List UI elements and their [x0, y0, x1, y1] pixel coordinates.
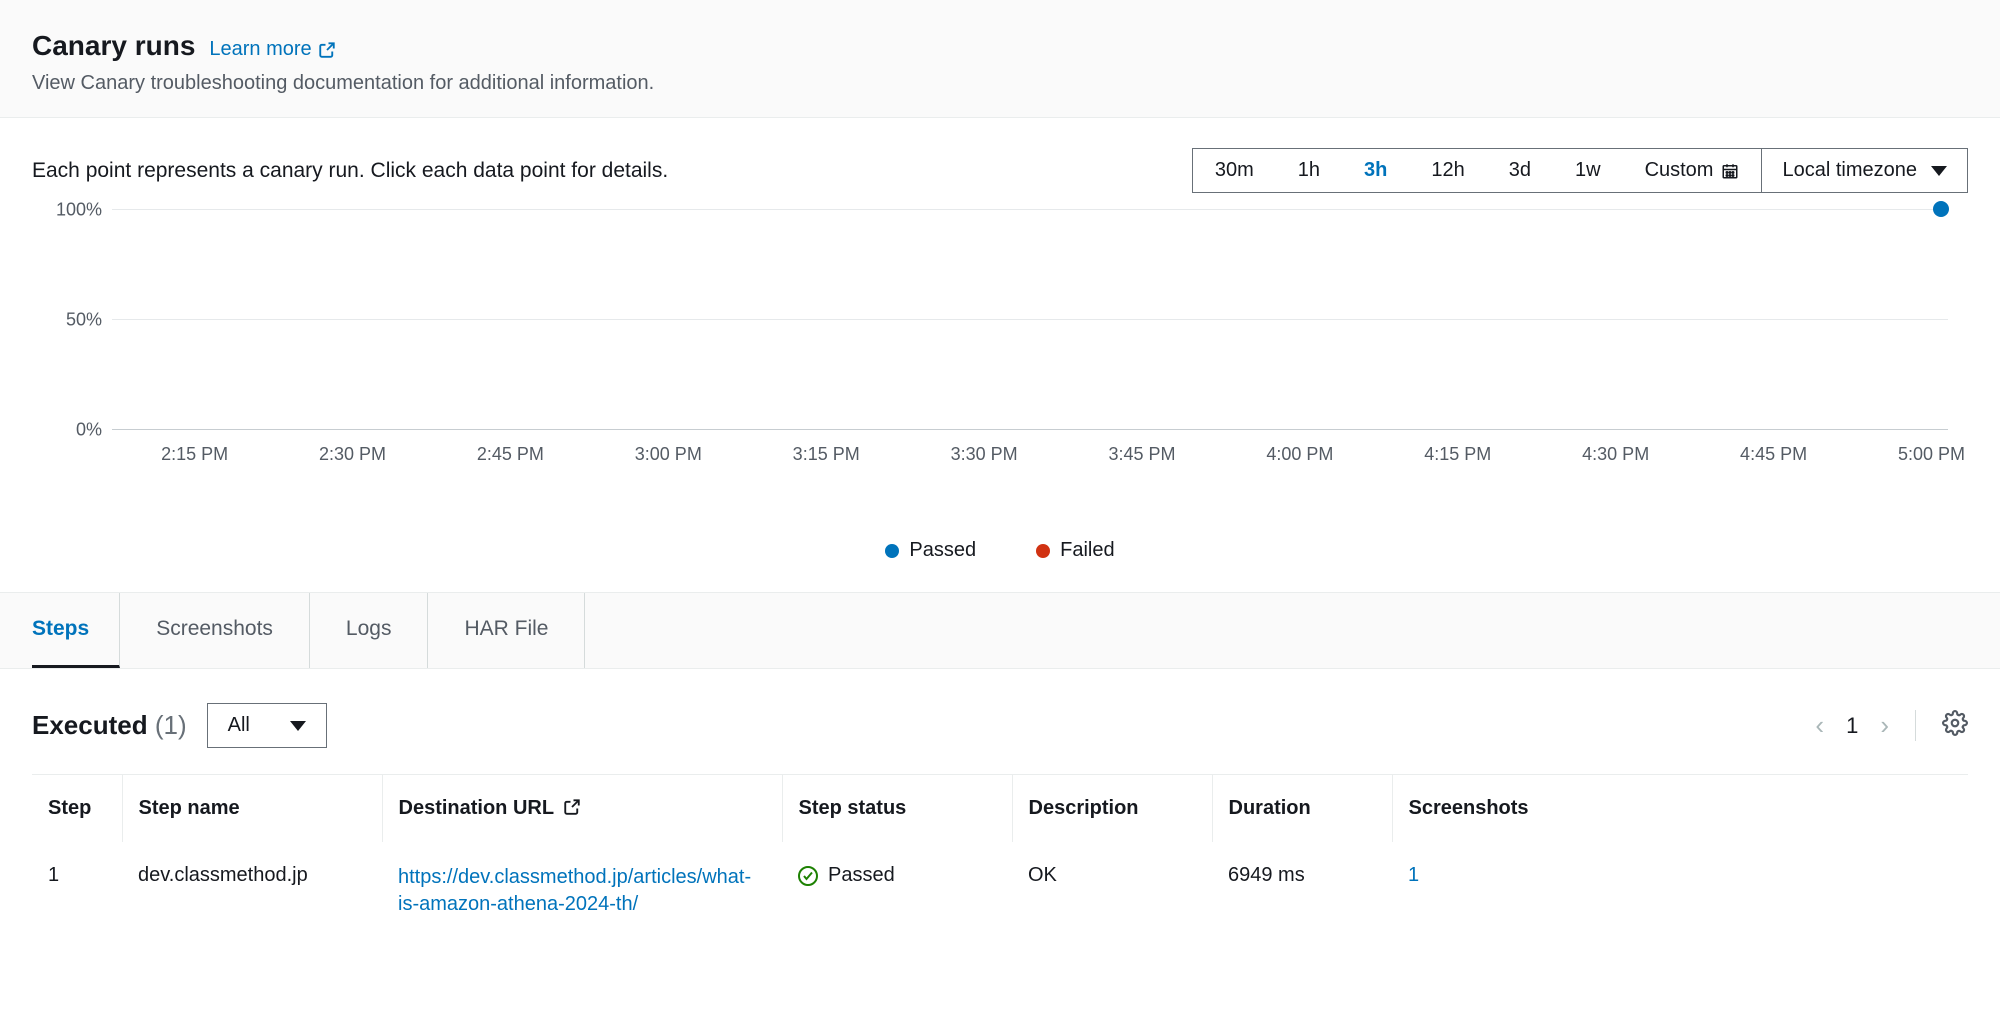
steps-table: Step Step name Destination URL Step stat…	[32, 774, 1968, 940]
external-link-icon	[563, 798, 581, 816]
chart-description: Each point represents a canary run. Clic…	[32, 159, 668, 183]
executed-count: (1)	[155, 710, 187, 740]
timezone-select[interactable]: Local timezone	[1762, 148, 1968, 193]
col-duration[interactable]: Duration	[1212, 775, 1392, 843]
page-next[interactable]: ›	[1880, 710, 1889, 741]
executed-section: Executed (1) All ‹ 1 ›	[0, 669, 2000, 940]
executed-label: Executed	[32, 710, 148, 740]
range-3d[interactable]: 3d	[1487, 149, 1553, 192]
status-label: Passed	[828, 864, 895, 887]
gear-icon	[1942, 710, 1968, 736]
legend-failed-label: Failed	[1060, 539, 1114, 562]
header: Canary runs Learn more View Canary troub…	[0, 0, 2000, 118]
page-prev[interactable]: ‹	[1815, 710, 1824, 741]
tab-logs[interactable]: Logs	[310, 593, 429, 668]
col-url-label: Destination URL	[399, 797, 554, 819]
caret-down-icon	[1931, 166, 1947, 176]
page-subtitle: View Canary troubleshooting documentatio…	[32, 72, 1968, 95]
x-tick: 4:15 PM	[1424, 444, 1491, 465]
x-tick: 4:45 PM	[1740, 444, 1807, 465]
learn-more-link[interactable]: Learn more	[209, 38, 335, 61]
col-destination-url[interactable]: Destination URL	[382, 775, 782, 843]
tab-screenshots[interactable]: Screenshots	[120, 593, 310, 668]
page-current: 1	[1846, 713, 1858, 739]
range-3h[interactable]: 3h	[1342, 149, 1409, 192]
pagination: ‹ 1 ›	[1815, 710, 1916, 741]
legend-failed[interactable]: Failed	[1036, 539, 1114, 562]
x-tick: 3:15 PM	[793, 444, 860, 465]
y-tick-0: 0%	[32, 420, 102, 441]
cell-screenshots: 1	[1392, 842, 1968, 940]
settings-button[interactable]	[1932, 710, 1968, 741]
col-step[interactable]: Step	[32, 775, 122, 843]
learn-more-label: Learn more	[209, 38, 311, 61]
cell-url: https://dev.classmethod.jp/articles/what…	[382, 842, 782, 940]
cell-status: Passed	[782, 842, 1012, 940]
tab-steps[interactable]: Steps	[32, 593, 120, 668]
calendar-icon	[1721, 162, 1739, 180]
cell-duration: 6949 ms	[1212, 842, 1392, 940]
time-range-controls: 30m 1h 3h 12h 3d 1w Custom	[1192, 148, 1968, 193]
x-tick: 2:30 PM	[319, 444, 386, 465]
col-step-name[interactable]: Step name	[122, 775, 382, 843]
y-tick-100: 100%	[32, 200, 102, 221]
range-custom-label: Custom	[1645, 159, 1714, 182]
executed-title: Executed (1)	[32, 710, 187, 741]
caret-down-icon	[290, 721, 306, 731]
data-point-passed[interactable]	[1933, 201, 1949, 217]
table-header-row: Step Step name Destination URL Step stat…	[32, 775, 1968, 843]
cell-description: OK	[1012, 842, 1212, 940]
legend-failed-dot	[1036, 544, 1050, 558]
filter-value: All	[228, 714, 250, 737]
filter-select[interactable]: All	[207, 703, 327, 748]
page-title: Canary runs	[32, 30, 195, 62]
range-1w[interactable]: 1w	[1553, 149, 1623, 192]
chart-legend: Passed Failed	[32, 539, 1968, 562]
time-range-box: 30m 1h 3h 12h 3d 1w Custom	[1192, 148, 1763, 193]
x-tick: 4:30 PM	[1582, 444, 1649, 465]
legend-passed-dot	[885, 544, 899, 558]
y-tick-50: 50%	[32, 310, 102, 331]
x-tick: 3:45 PM	[1108, 444, 1175, 465]
chart: 100% 50% 0% 2:15 PM 2:30 PM 2:45 PM 3:00…	[32, 209, 1968, 499]
range-1h[interactable]: 1h	[1276, 149, 1342, 192]
x-tick: 3:00 PM	[635, 444, 702, 465]
x-tick: 5:00 PM	[1898, 444, 1965, 465]
timezone-label: Local timezone	[1782, 159, 1917, 182]
x-tick: 4:00 PM	[1266, 444, 1333, 465]
x-tick: 3:30 PM	[951, 444, 1018, 465]
legend-passed-label: Passed	[909, 539, 976, 562]
range-custom[interactable]: Custom	[1623, 149, 1762, 192]
legend-passed[interactable]: Passed	[885, 539, 976, 562]
col-step-status[interactable]: Step status	[782, 775, 1012, 843]
cell-step: 1	[32, 842, 122, 940]
cell-step-name: dev.classmethod.jp	[122, 842, 382, 940]
range-12h[interactable]: 12h	[1409, 149, 1486, 192]
col-screenshots[interactable]: Screenshots	[1392, 775, 1968, 843]
table-row: 1 dev.classmethod.jp https://dev.classme…	[32, 842, 1968, 940]
chart-section: Each point represents a canary run. Clic…	[0, 118, 2000, 592]
col-description[interactable]: Description	[1012, 775, 1212, 843]
status-passed-icon	[798, 866, 818, 886]
x-tick: 2:45 PM	[477, 444, 544, 465]
x-tick: 2:15 PM	[161, 444, 228, 465]
tabs: Steps Screenshots Logs HAR File	[0, 592, 2000, 669]
destination-url-link[interactable]: https://dev.classmethod.jp/articles/what…	[398, 864, 766, 918]
tab-har-file[interactable]: HAR File	[428, 593, 585, 668]
range-30m[interactable]: 30m	[1193, 149, 1276, 192]
external-link-icon	[318, 41, 336, 59]
screenshots-link[interactable]: 1	[1408, 864, 1419, 886]
